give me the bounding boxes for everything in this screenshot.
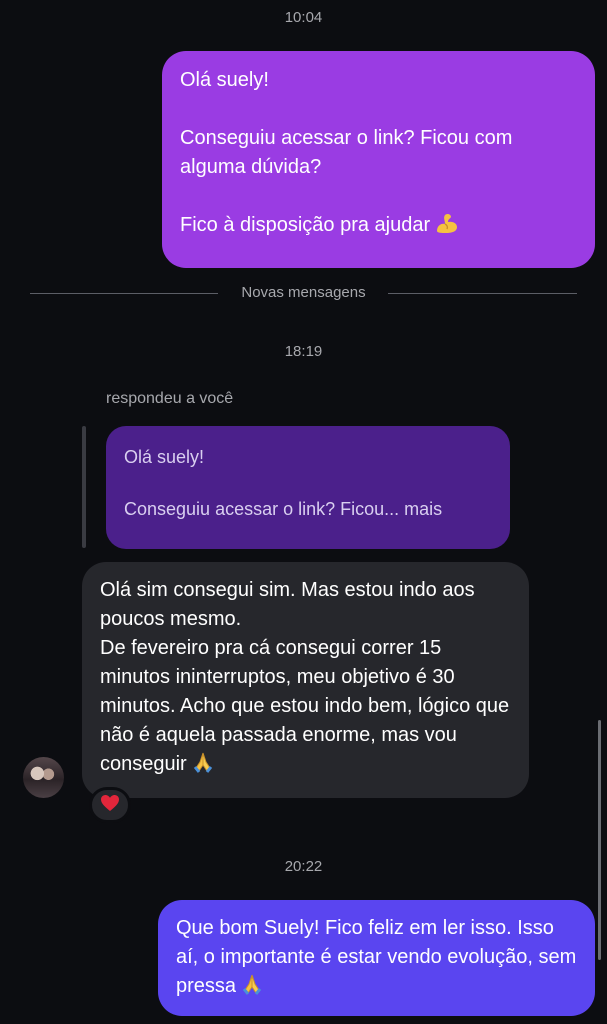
timestamp-2022: 20:22	[284, 858, 323, 875]
quoted-text-greeting: Olá suely!	[124, 447, 205, 467]
avatar[interactable]	[23, 757, 64, 798]
heart-reaction[interactable]	[89, 787, 131, 823]
message-text-reply: Que bom Suely! Fico feliz em ler isso. I…	[176, 917, 577, 997]
message-text-reply-second-line: De fevereiro pra cá consegui correr 15 m…	[100, 634, 511, 783]
timestamp-1004: 10:04	[284, 9, 323, 26]
outgoing-message-bubble-2[interactable]: Que bom Suely! Fico feliz em ler isso. I…	[158, 900, 595, 1016]
reply-caption: respondeu a você	[106, 390, 234, 407]
outgoing-message-bubble[interactable]: Olá suely! Conseguiu acessar o link? Fic…	[162, 51, 595, 268]
flexed-biceps-icon	[434, 211, 460, 244]
message-text-closing-line: Fico à disposição pra ajudar	[180, 211, 577, 244]
scrollbar[interactable]	[598, 720, 601, 960]
incoming-message-bubble[interactable]: Olá sim consegui sim. Mas estou indo aos…	[82, 562, 529, 798]
message-text-reply-first: Olá sim consegui sim. Mas estou indo aos…	[100, 579, 475, 630]
message-text-reply-line: Que bom Suely! Fico feliz em ler isso. I…	[176, 914, 579, 1005]
message-text-reply-second: De fevereiro pra cá consegui correr 15 m…	[100, 637, 510, 775]
folded-hands-icon	[191, 750, 215, 783]
heart-icon	[100, 794, 120, 817]
folded-hands-icon-2	[240, 972, 264, 1005]
timestamp-1819: 18:19	[284, 343, 323, 360]
new-messages-divider-right	[388, 293, 577, 294]
message-text-greeting: Olá suely!	[180, 69, 269, 91]
quoted-message-bubble[interactable]: Olá suely! Conseguiu acessar o link? Fic…	[106, 426, 510, 549]
message-text-availability: Fico à disposição pra ajudar	[180, 214, 431, 236]
quoted-text-preview: Conseguiu acessar o link? Ficou... mais	[124, 499, 443, 519]
message-text-question: Conseguiu acessar o link? Ficou com algu…	[180, 127, 513, 178]
quote-bar	[82, 426, 86, 548]
